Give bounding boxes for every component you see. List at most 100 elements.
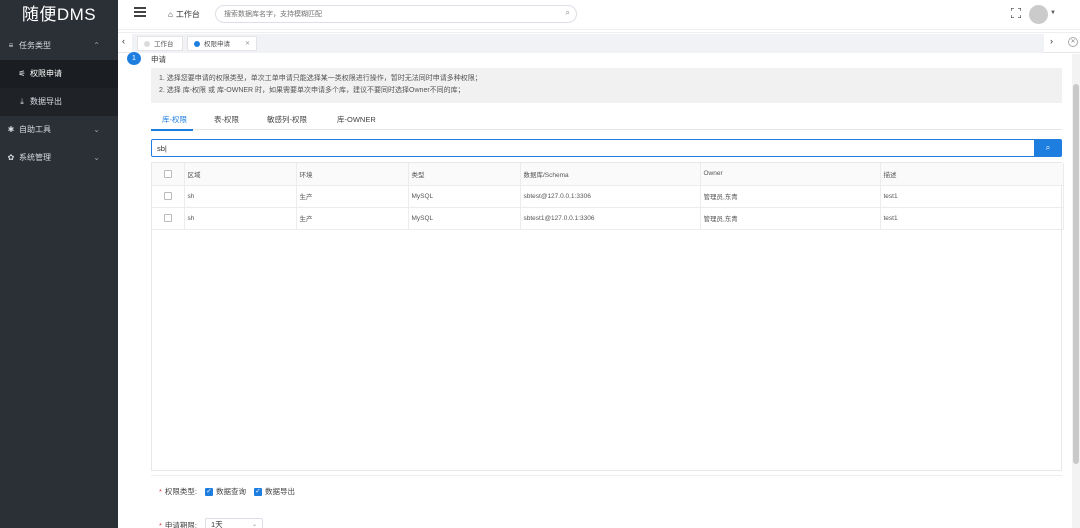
sidebar-item-task-type[interactable]: ≡ 任务类型 ⌃ <box>0 32 118 60</box>
table-header-row: 区域 环境 类型 数据库/Schema Owner 描述 <box>152 163 1064 186</box>
database-search-input[interactable] <box>152 140 1012 156</box>
chevron-down-icon: ⌄ <box>251 522 258 528</box>
tab-label: 权限申请 <box>204 41 230 48</box>
option-label: 数据查询 <box>216 487 247 496</box>
select-value: 1天 <box>211 520 223 528</box>
database-filter <box>151 139 1035 157</box>
cell-environment: 生产 <box>296 185 409 208</box>
step-number: 1 <box>127 52 141 65</box>
permission-type-row: * 权限类型: ✓ 数据查询 ✓ 数据导出 <box>159 486 303 497</box>
column-header: 数据库/Schema <box>520 163 701 186</box>
search-icon: ⌕ <box>1045 143 1051 152</box>
table-row[interactable]: sh 生产 MySQL sbtest1@127.0.0.1:3306 管理员,东… <box>152 207 1064 230</box>
table-row[interactable]: sh 生产 MySQL sbtest@127.0.0.1:3306 管理员,东青… <box>152 185 1064 208</box>
filter-icon: ⚟ <box>18 69 26 78</box>
tabs-scroll-left-icon[interactable]: ‹ <box>122 36 125 46</box>
home-link[interactable]: ⌂ 工作台 <box>168 9 200 20</box>
app-logo: 随便DMS <box>21 5 97 24</box>
fullscreen-icon[interactable] <box>1011 8 1021 18</box>
sidebar-item-label: 系统管理 <box>19 153 51 162</box>
chevron-down-icon: ⌄ <box>93 153 100 162</box>
cell-schema: sbtest1@127.0.0.1:3306 <box>520 207 701 230</box>
tab-sensitive-column-permission[interactable]: 敏感列-权限 <box>267 114 307 125</box>
sidebar-item-data-export[interactable]: ⤓ 数据导出 <box>0 88 118 116</box>
caret-down-icon[interactable]: ▼ <box>1050 10 1056 16</box>
sidebar-item-label: 自助工具 <box>19 125 51 134</box>
request-period-label: 申请期限: <box>164 520 198 528</box>
option-data-query[interactable]: ✓ 数据查询 <box>205 486 246 497</box>
search-button[interactable]: ⌕ <box>1034 139 1062 157</box>
checkbox-checked-icon[interactable]: ✓ <box>205 487 214 496</box>
cell-description: test1 <box>880 185 1064 208</box>
main-content: 1 申请 1. 选择您要申请的权限类型，单次工单申请只能选择某一类权限进行操作，… <box>118 52 1080 528</box>
sidebar-item-label: 数据导出 <box>30 97 62 106</box>
global-search: ⌕ <box>215 5 577 23</box>
database-table: 区域 环境 类型 数据库/Schema Owner 描述 sh 生产 MySQL… <box>151 162 1064 471</box>
chevron-down-icon: ⌄ <box>93 125 100 134</box>
request-form: * 权限类型: ✓ 数据查询 ✓ 数据导出 * 申请期限: 1天 ⌄ <box>151 475 1062 528</box>
tabs-area: 工作台 权限申请 ✕ <box>132 34 1044 53</box>
column-header: Owner <box>700 163 881 186</box>
option-data-export[interactable]: ✓ 数据导出 <box>254 486 295 497</box>
cell-region: sh <box>184 185 297 208</box>
download-icon: ⤓ <box>20 97 24 106</box>
sidebar-item-permission-request[interactable]: ⚟ 权限申请 <box>0 60 118 88</box>
cell-environment: 生产 <box>296 207 409 230</box>
scrollbar-thumb[interactable] <box>1073 84 1079 464</box>
cell-type: MySQL <box>408 185 521 208</box>
chevron-up-icon: ⌃ <box>93 41 100 50</box>
cell-owner: 管理员,东青 <box>700 207 881 230</box>
permission-type-tabs: 库-权限 表-权限 敏感列-权限 库-OWNER <box>151 110 1062 131</box>
tab-permission-request[interactable]: 权限申请 ✕ <box>187 36 257 51</box>
home-icon: ⌂ <box>168 10 173 19</box>
sidebar-item-label: 权限申请 <box>30 69 62 78</box>
home-label: 工作台 <box>175 10 200 19</box>
checkbox-checked-icon[interactable]: ✓ <box>254 487 263 496</box>
notice-line: 2. 选择 库-权限 或 库-OWNER 时，如果需要单次申请多个库，建议不要同… <box>159 87 465 94</box>
tab-table-permission[interactable]: 表-权限 <box>214 114 239 125</box>
sidebar-item-system-management[interactable]: ✿ 系统管理 ⌄ <box>0 144 118 172</box>
tab-dot-icon <box>144 41 150 47</box>
tab-db-owner[interactable]: 库-OWNER <box>337 114 376 125</box>
cell-region: sh <box>184 207 297 230</box>
option-label: 数据导出 <box>265 487 296 496</box>
cell-schema: sbtest@127.0.0.1:3306 <box>520 185 701 208</box>
column-header: 描述 <box>880 163 1064 186</box>
cell-type: MySQL <box>408 207 521 230</box>
column-header: 区域 <box>184 163 297 186</box>
sidebar-item-label: 任务类型 <box>19 41 51 50</box>
column-header: 环境 <box>296 163 409 186</box>
search-input[interactable] <box>216 6 546 22</box>
row-checkbox[interactable] <box>163 214 172 222</box>
required-mark: * <box>159 520 162 528</box>
active-tab-underline <box>151 129 193 131</box>
cell-description: test1 <box>880 207 1064 230</box>
top-header: ⌂ 工作台 ⌕ ▼ <box>118 0 1080 30</box>
sidebar: 随便DMS ≡ 任务类型 ⌃ ⚟ 权限申请 ⤓ 数据导出 ✱ 自助工具 ⌄ ✿ … <box>0 0 118 528</box>
tabs-scroll-right-icon[interactable]: › <box>1050 36 1053 46</box>
tab-db-permission[interactable]: 库-权限 <box>162 114 187 125</box>
menu-toggle-icon[interactable] <box>134 7 146 17</box>
search-icon[interactable]: ⌕ <box>566 8 570 18</box>
required-mark: * <box>159 487 162 496</box>
step-title: 申请 <box>151 55 166 64</box>
gear-icon: ✿ <box>7 153 15 162</box>
permission-type-label: 权限类型: <box>164 487 198 496</box>
cell-owner: 管理员,东青 <box>700 185 881 208</box>
select-all-checkbox[interactable] <box>163 169 172 178</box>
notice-line: 1. 选择您要申请的权限类型，单次工单申请只能选择某一类权限进行操作，暂时无法同… <box>159 75 482 82</box>
tools-icon: ✱ <box>7 125 15 134</box>
tab-dot-icon <box>194 41 200 47</box>
page-scrollbar[interactable] <box>1072 54 1080 528</box>
row-checkbox[interactable] <box>163 192 172 200</box>
avatar[interactable] <box>1029 5 1048 24</box>
tab-workbench[interactable]: 工作台 <box>137 36 183 51</box>
request-period-select[interactable]: 1天 ⌄ <box>205 518 264 528</box>
tab-label: 工作台 <box>154 41 174 48</box>
close-icon[interactable]: ✕ <box>245 37 250 52</box>
close-all-tabs-icon[interactable]: ✕ <box>1068 37 1078 47</box>
submenu-task-type: ⚟ 权限申请 ⤓ 数据导出 <box>0 60 118 116</box>
request-period-row: * 申请期限: 1天 ⌄ <box>159 518 264 528</box>
column-header: 类型 <box>408 163 521 186</box>
sidebar-item-self-service-tools[interactable]: ✱ 自助工具 ⌄ <box>0 116 118 144</box>
